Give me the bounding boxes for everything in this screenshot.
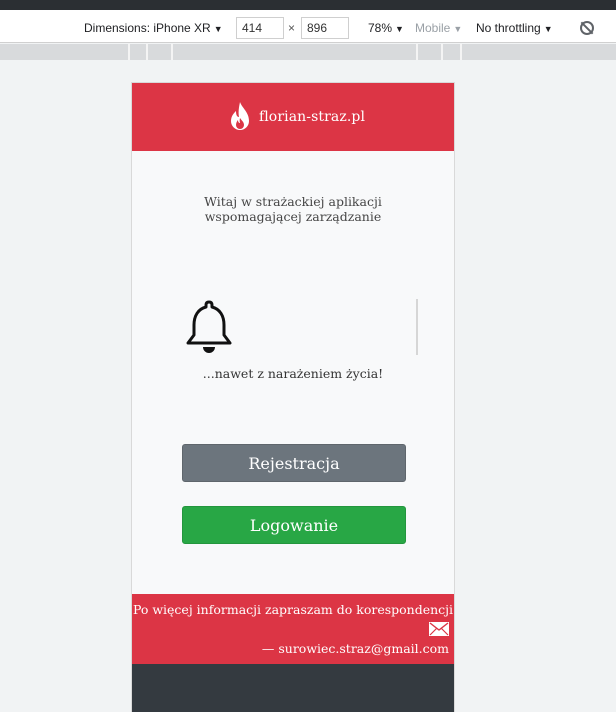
throttling-label: No throttling bbox=[476, 21, 541, 35]
zoom-label: 78% bbox=[368, 21, 393, 35]
chevron-down-icon: ▼ bbox=[395, 24, 404, 34]
width-input[interactable]: 414 bbox=[236, 17, 284, 39]
device-label: Dimensions: iPhone XR bbox=[84, 21, 211, 35]
envelope-icon bbox=[429, 622, 449, 636]
ruler-tick bbox=[128, 44, 130, 60]
carousel-divider bbox=[416, 299, 418, 355]
footer-email-link[interactable]: — surowiec.straz@gmail.com bbox=[262, 641, 449, 656]
chevron-down-icon: ▼ bbox=[453, 24, 463, 34]
register-button[interactable]: Rejestracja bbox=[182, 444, 406, 482]
ruler-tick bbox=[416, 44, 418, 60]
login-button[interactable]: Logowanie bbox=[182, 506, 406, 544]
app-header: florian-straz.pl bbox=[132, 83, 454, 151]
welcome-text: Witaj w strażackiej aplikacji wspomagają… bbox=[204, 194, 382, 224]
ruler-tick bbox=[441, 44, 443, 60]
devtools-device-toolbar: Dimensions: iPhone XR ▼ 414 × 896 78% ▼ Mo… bbox=[0, 10, 616, 43]
throttling-select[interactable]: No throttling ▼ bbox=[476, 10, 553, 43]
fire-icon bbox=[230, 102, 249, 130]
chevron-down-icon: ▼ bbox=[543, 24, 553, 34]
device-select[interactable]: Dimensions: iPhone XR ▼ bbox=[84, 10, 223, 43]
mode-label: Mobile bbox=[415, 21, 451, 35]
ruler-tick bbox=[460, 44, 462, 60]
app-footer: Po więcej informacji zapraszam do koresp… bbox=[132, 594, 454, 664]
mode-select[interactable]: Mobile ▼ bbox=[415, 10, 462, 43]
phone-viewport: florian-straz.pl Witaj w strażackiej apl… bbox=[131, 82, 455, 712]
page-bottom-section bbox=[132, 664, 454, 712]
carousel-caption: ...nawet z narażeniem życia! bbox=[202, 366, 384, 381]
rotate-icon[interactable] bbox=[580, 21, 594, 35]
chevron-down-icon: ▼ bbox=[213, 24, 223, 34]
footer-text: Po więcej informacji zapraszam do koresp… bbox=[132, 602, 454, 617]
media-query-ruler bbox=[0, 44, 616, 60]
height-input[interactable]: 896 bbox=[301, 17, 349, 39]
devtools-top-strip bbox=[0, 0, 616, 10]
ruler-tick bbox=[171, 44, 173, 60]
bell-icon bbox=[186, 300, 232, 353]
dimension-separator: × bbox=[288, 21, 296, 35]
brand-link[interactable]: florian-straz.pl bbox=[259, 109, 365, 125]
ruler-tick bbox=[146, 44, 148, 60]
zoom-select[interactable]: 78% ▼ bbox=[368, 10, 404, 43]
